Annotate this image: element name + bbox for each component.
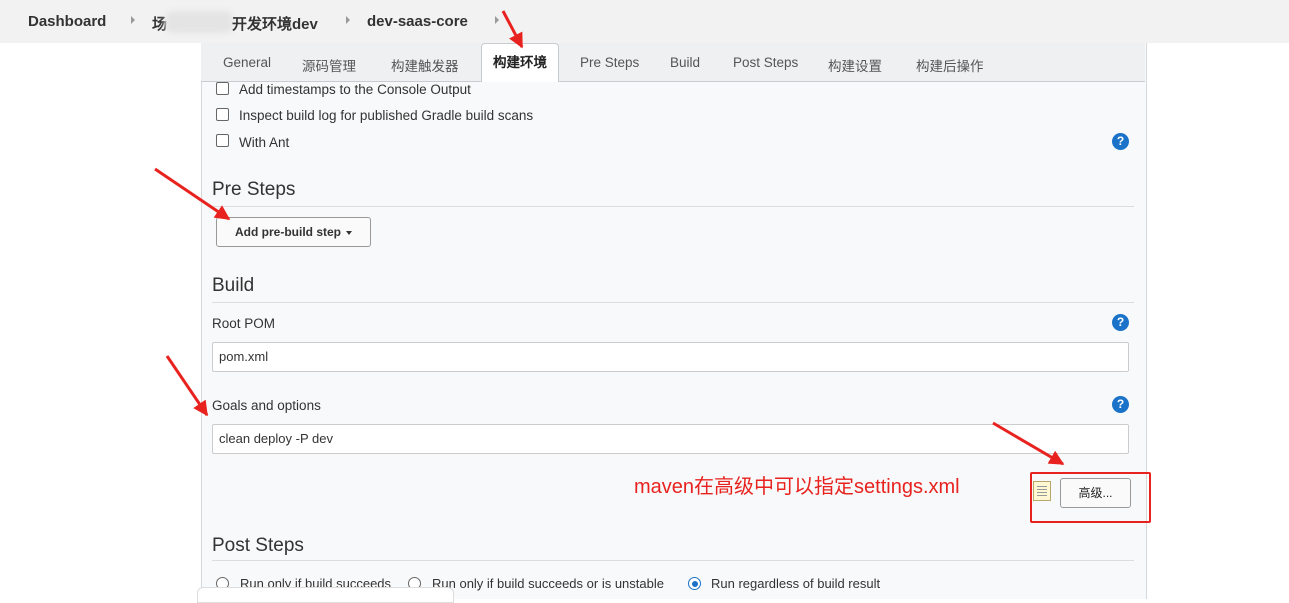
tab-post-steps[interactable]: Post Steps [733, 55, 798, 70]
notepad-icon[interactable] [1033, 481, 1051, 501]
help-icon[interactable]: ? [1112, 133, 1129, 150]
breadcrumb-menu-icon[interactable] [495, 16, 499, 24]
section-divider [212, 560, 1134, 561]
add-pre-build-step-button[interactable]: Add pre-build step [216, 217, 371, 247]
annotation-text: maven在高级中可以指定settings.xml [634, 476, 960, 498]
with-ant-checkbox[interactable] [216, 134, 229, 147]
run-if-succeeds-or-unstable-label: Run only if build succeeds or is unstabl… [432, 576, 664, 591]
tab-build[interactable]: Build [670, 55, 700, 70]
caret-down-icon [346, 230, 352, 235]
goals-input[interactable]: clean deploy -P dev [212, 424, 1129, 454]
breadcrumb-separator-icon [131, 16, 135, 24]
config-panel [201, 43, 1147, 599]
section-divider [212, 302, 1134, 303]
tab-pre-steps[interactable]: Pre Steps [580, 55, 639, 70]
breadcrumb-job[interactable]: dev-saas-core [367, 13, 468, 30]
root-pom-label: Root POM [212, 316, 276, 331]
goals-label: Goals and options [212, 398, 321, 413]
timestamps-label: Add timestamps to the Console Output [239, 82, 471, 97]
tab-build-settings[interactable]: 构建设置 [828, 55, 882, 75]
run-regardless-radio[interactable] [688, 577, 701, 590]
bottom-popup-edge [197, 587, 454, 603]
section-divider [212, 206, 1134, 207]
breadcrumb-folder-env[interactable]: 开发环境dev [232, 13, 318, 34]
timestamps-checkbox[interactable] [216, 82, 229, 95]
tab-build-environment[interactable]: 构建环境 [481, 43, 559, 82]
pre-steps-title: Pre Steps [212, 179, 296, 200]
gradle-scans-label: Inspect build log for published Gradle b… [239, 108, 534, 123]
advanced-button[interactable]: 高级... [1060, 478, 1131, 508]
breadcrumb-dashboard[interactable]: Dashboard [28, 13, 106, 30]
run-regardless-label: Run regardless of build result [711, 576, 881, 591]
add-pre-build-step-label: Add pre-build step [235, 225, 341, 239]
help-icon[interactable]: ? [1112, 314, 1129, 331]
breadcrumb-separator-icon [346, 16, 350, 24]
gradle-scans-checkbox[interactable] [216, 108, 229, 121]
tab-source-code[interactable]: 源码管理 [302, 55, 356, 75]
tab-post-build-actions[interactable]: 构建后操作 [916, 55, 984, 75]
with-ant-label: With Ant [239, 135, 290, 150]
root-pom-input[interactable]: pom.xml [212, 342, 1129, 372]
help-icon[interactable]: ? [1112, 396, 1129, 413]
tab-build-triggers[interactable]: 构建触发器 [391, 55, 459, 75]
post-steps-title: Post Steps [212, 535, 304, 556]
redacted-text [165, 11, 233, 33]
tab-general[interactable]: General [223, 55, 271, 70]
build-title: Build [212, 275, 255, 296]
